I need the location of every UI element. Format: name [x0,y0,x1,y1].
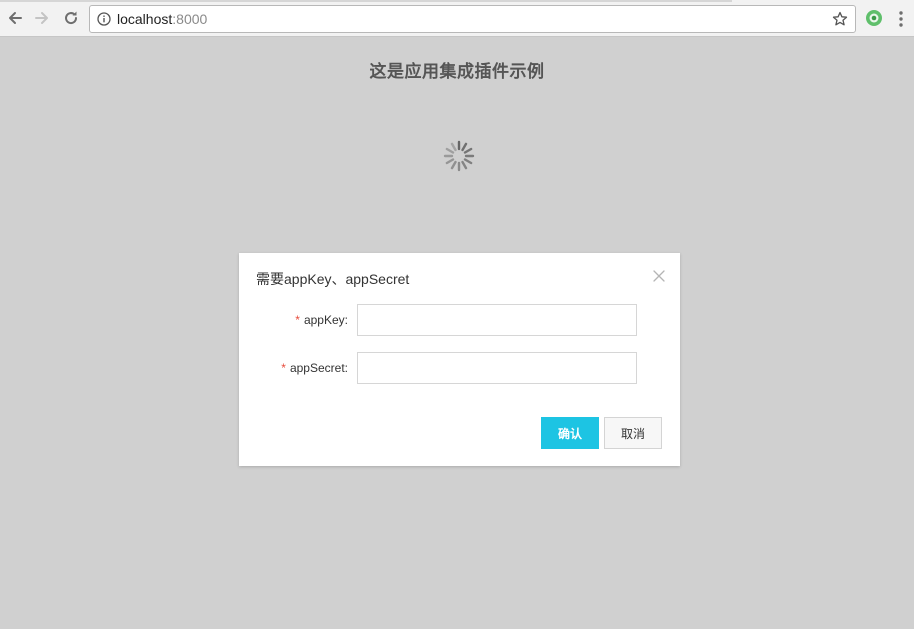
spinner-icon [443,140,475,172]
page-title: 这是应用集成插件示例 [369,62,545,81]
address-bar[interactable]: localhost:8000 [89,5,856,33]
close-icon[interactable] [652,269,666,283]
browser-toolbar: localhost:8000 [0,0,914,37]
form-row-appkey: * appKey: [239,304,680,336]
forward-button[interactable] [32,8,52,28]
url-host: localhost [117,11,173,27]
extension-icon[interactable] [865,9,883,27]
reload-button[interactable] [61,8,81,28]
confirm-button[interactable]: 确认 [541,417,599,449]
arrow-left-icon [9,12,22,24]
back-button[interactable] [5,8,25,28]
appsecret-input[interactable] [357,352,637,384]
page-load-indicator [0,0,732,2]
url-port: :8000 [172,11,208,27]
cancel-button[interactable]: 取消 [604,417,662,449]
arrow-right-icon [35,12,48,24]
dialog-title: 需要appKey、appSecret [256,271,410,287]
appsecret-label: * appSecret: [281,360,348,376]
required-mark: * [295,313,300,327]
info-icon[interactable] [97,12,111,26]
form-row-appsecret: * appSecret: [239,352,680,384]
credentials-dialog: 需要appKey、appSecret * appKey: * appSecret: … [239,253,680,466]
appkey-label: * appKey: [295,312,348,328]
star-icon[interactable] [832,11,848,27]
required-mark: * [281,361,286,375]
appkey-input[interactable] [357,304,637,336]
more-vertical-icon[interactable] [896,9,906,29]
reload-icon [65,11,78,25]
url-text: localhost:8000 [117,11,207,27]
appkey-label-text: appKey: [303,313,348,327]
appsecret-label-text: appSecret: [289,361,348,375]
